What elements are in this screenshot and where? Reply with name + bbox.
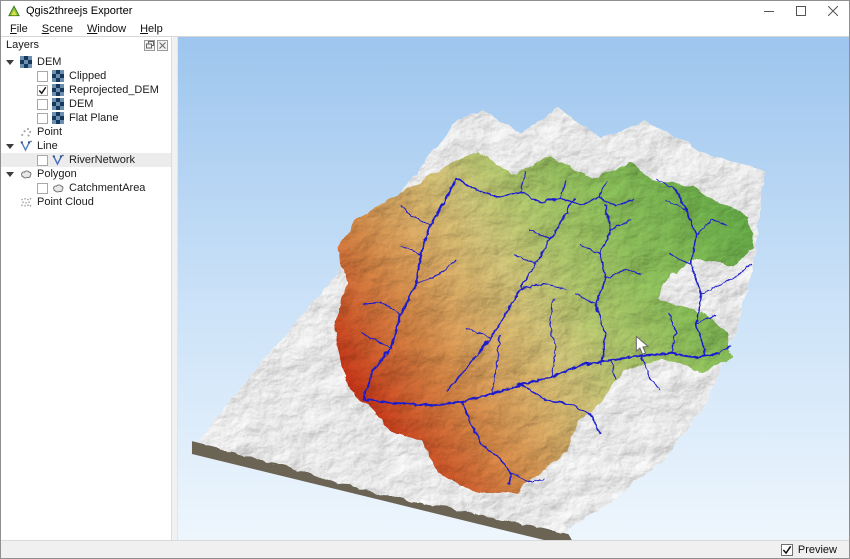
preview-label: Preview bbox=[797, 543, 837, 556]
raster-layer-icon bbox=[52, 84, 64, 96]
layers-panel-title: Layers bbox=[6, 39, 40, 51]
collapse-arrow-icon[interactable] bbox=[6, 59, 14, 65]
layer-label: CatchmentArea bbox=[69, 182, 146, 194]
menu-bar: File Scene Window Help bbox=[1, 21, 849, 37]
checkmark-icon bbox=[782, 545, 792, 554]
layer-label: RiverNetwork bbox=[69, 154, 136, 166]
3d-viewport[interactable] bbox=[178, 37, 849, 540]
preview-checkbox[interactable] bbox=[780, 543, 793, 556]
float-panel-icon bbox=[145, 41, 154, 49]
layer-item-clipped[interactable]: Clipped bbox=[1, 69, 171, 83]
window-title: Qgis2threejs Exporter bbox=[26, 5, 133, 17]
raster-layer-icon bbox=[52, 112, 64, 124]
checkmark-icon bbox=[38, 86, 47, 94]
line-layer-icon bbox=[20, 140, 32, 152]
maximize-button[interactable] bbox=[785, 1, 817, 21]
layer-label: Clipped bbox=[69, 70, 107, 82]
layer-label: Polygon bbox=[37, 168, 77, 180]
menu-file[interactable]: File bbox=[3, 23, 35, 35]
layers-panel-header: Layers bbox=[1, 37, 171, 52]
layer-tree: DEM Clipped Reprojected_DEM DEM Flat Pla… bbox=[1, 52, 171, 540]
float-panel-button[interactable] bbox=[144, 39, 155, 51]
raster-layer-icon bbox=[52, 98, 64, 110]
layer-item-reprojected-dem[interactable]: Reprojected_DEM bbox=[1, 83, 171, 97]
layer-checkbox[interactable] bbox=[37, 154, 48, 166]
layer-item-dem[interactable]: DEM bbox=[1, 97, 171, 111]
close-panel-button[interactable] bbox=[157, 39, 168, 51]
layer-item-rivernetwork[interactable]: RiverNetwork bbox=[1, 153, 171, 167]
polygon-layer-icon bbox=[53, 184, 64, 193]
layer-checkbox-checked[interactable] bbox=[37, 84, 48, 96]
layer-group-polygon[interactable]: Polygon bbox=[1, 167, 171, 181]
layer-checkbox[interactable] bbox=[37, 70, 48, 82]
polygon-layer-icon bbox=[21, 170, 32, 179]
layer-label: Point Cloud bbox=[37, 196, 94, 208]
minimize-button[interactable] bbox=[753, 1, 785, 21]
collapse-arrow-icon[interactable] bbox=[6, 143, 14, 149]
collapse-arrow-icon[interactable] bbox=[6, 171, 14, 177]
layer-group-point-cloud[interactable]: Point Cloud bbox=[1, 195, 171, 209]
maximize-icon bbox=[796, 6, 806, 16]
layer-group-point[interactable]: Point bbox=[1, 125, 171, 139]
layer-checkbox[interactable] bbox=[37, 98, 48, 110]
app-icon bbox=[8, 5, 20, 17]
layer-label: DEM bbox=[69, 98, 94, 110]
layer-group-dem[interactable]: DEM bbox=[1, 55, 171, 69]
layer-label: Line bbox=[37, 140, 58, 152]
layer-label: Point bbox=[37, 126, 63, 138]
layer-label: Flat Plane bbox=[69, 112, 119, 124]
menu-window[interactable]: Window bbox=[80, 23, 133, 35]
status-bar: Preview bbox=[1, 540, 849, 558]
menu-scene[interactable]: Scene bbox=[35, 23, 80, 35]
layer-label: DEM bbox=[37, 56, 62, 68]
title-bar[interactable]: Qgis2threejs Exporter bbox=[1, 1, 849, 21]
raster-layer-icon bbox=[52, 70, 64, 82]
close-icon bbox=[828, 6, 838, 16]
point-layer-icon bbox=[21, 128, 32, 137]
layer-label: Reprojected_DEM bbox=[69, 84, 159, 96]
layer-checkbox[interactable] bbox=[37, 182, 48, 194]
layer-item-catchmentarea[interactable]: CatchmentArea bbox=[1, 181, 171, 195]
close-panel-icon bbox=[159, 41, 166, 49]
layer-group-line[interactable]: Line bbox=[1, 139, 171, 153]
qgis2threejs-exporter-window: Qgis2threejs Exporter File Scene Window … bbox=[0, 0, 850, 559]
menu-help[interactable]: Help bbox=[133, 23, 170, 35]
line-layer-icon bbox=[52, 154, 64, 166]
3d-scene bbox=[178, 37, 849, 540]
raster-layer-icon bbox=[20, 56, 32, 68]
layer-item-flat-plane[interactable]: Flat Plane bbox=[1, 111, 171, 125]
layers-panel: Layers DEM Clipped Reprojected_DEM DEM F… bbox=[1, 37, 172, 540]
window-controls bbox=[753, 1, 849, 21]
minimize-icon bbox=[764, 11, 774, 12]
pointcloud-layer-icon bbox=[21, 198, 32, 207]
layer-checkbox[interactable] bbox=[37, 112, 48, 124]
close-button[interactable] bbox=[817, 1, 849, 21]
